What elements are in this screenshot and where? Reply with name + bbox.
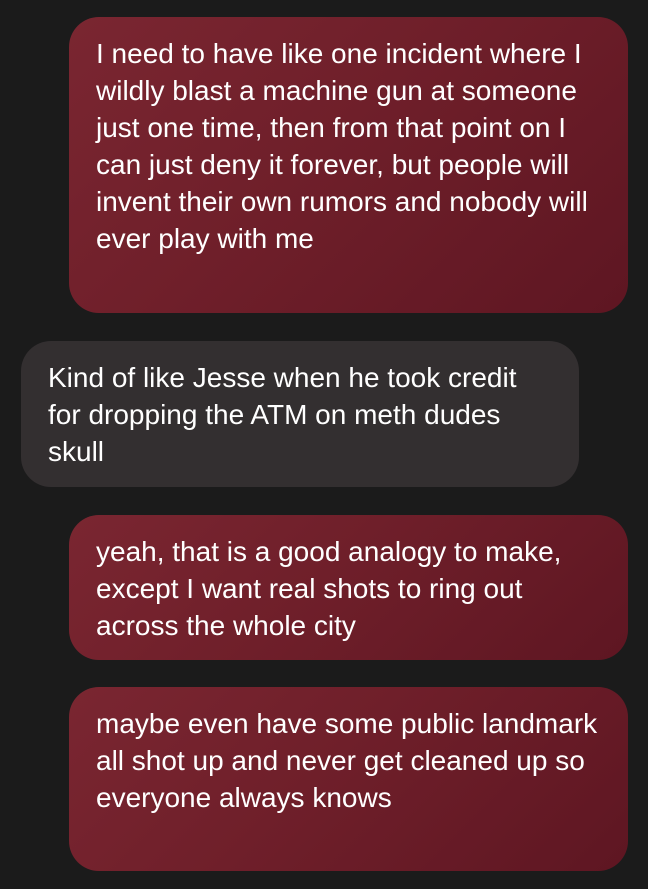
incoming-message-bubble[interactable]: Kind of like Jesse when he took credit f… xyxy=(21,341,579,487)
message-text: maybe even have some public landmark all… xyxy=(96,708,598,813)
outgoing-message-bubble[interactable]: maybe even have some public landmark all… xyxy=(69,687,628,871)
outgoing-message-bubble[interactable]: yeah, that is a good analogy to make, ex… xyxy=(69,515,628,660)
message-text: yeah, that is a good analogy to make, ex… xyxy=(96,536,562,641)
outgoing-message-bubble[interactable]: I need to have like one incident where I… xyxy=(69,17,628,313)
message-text: Kind of like Jesse when he took credit f… xyxy=(48,362,517,467)
message-text: I need to have like one incident where I… xyxy=(96,38,588,254)
